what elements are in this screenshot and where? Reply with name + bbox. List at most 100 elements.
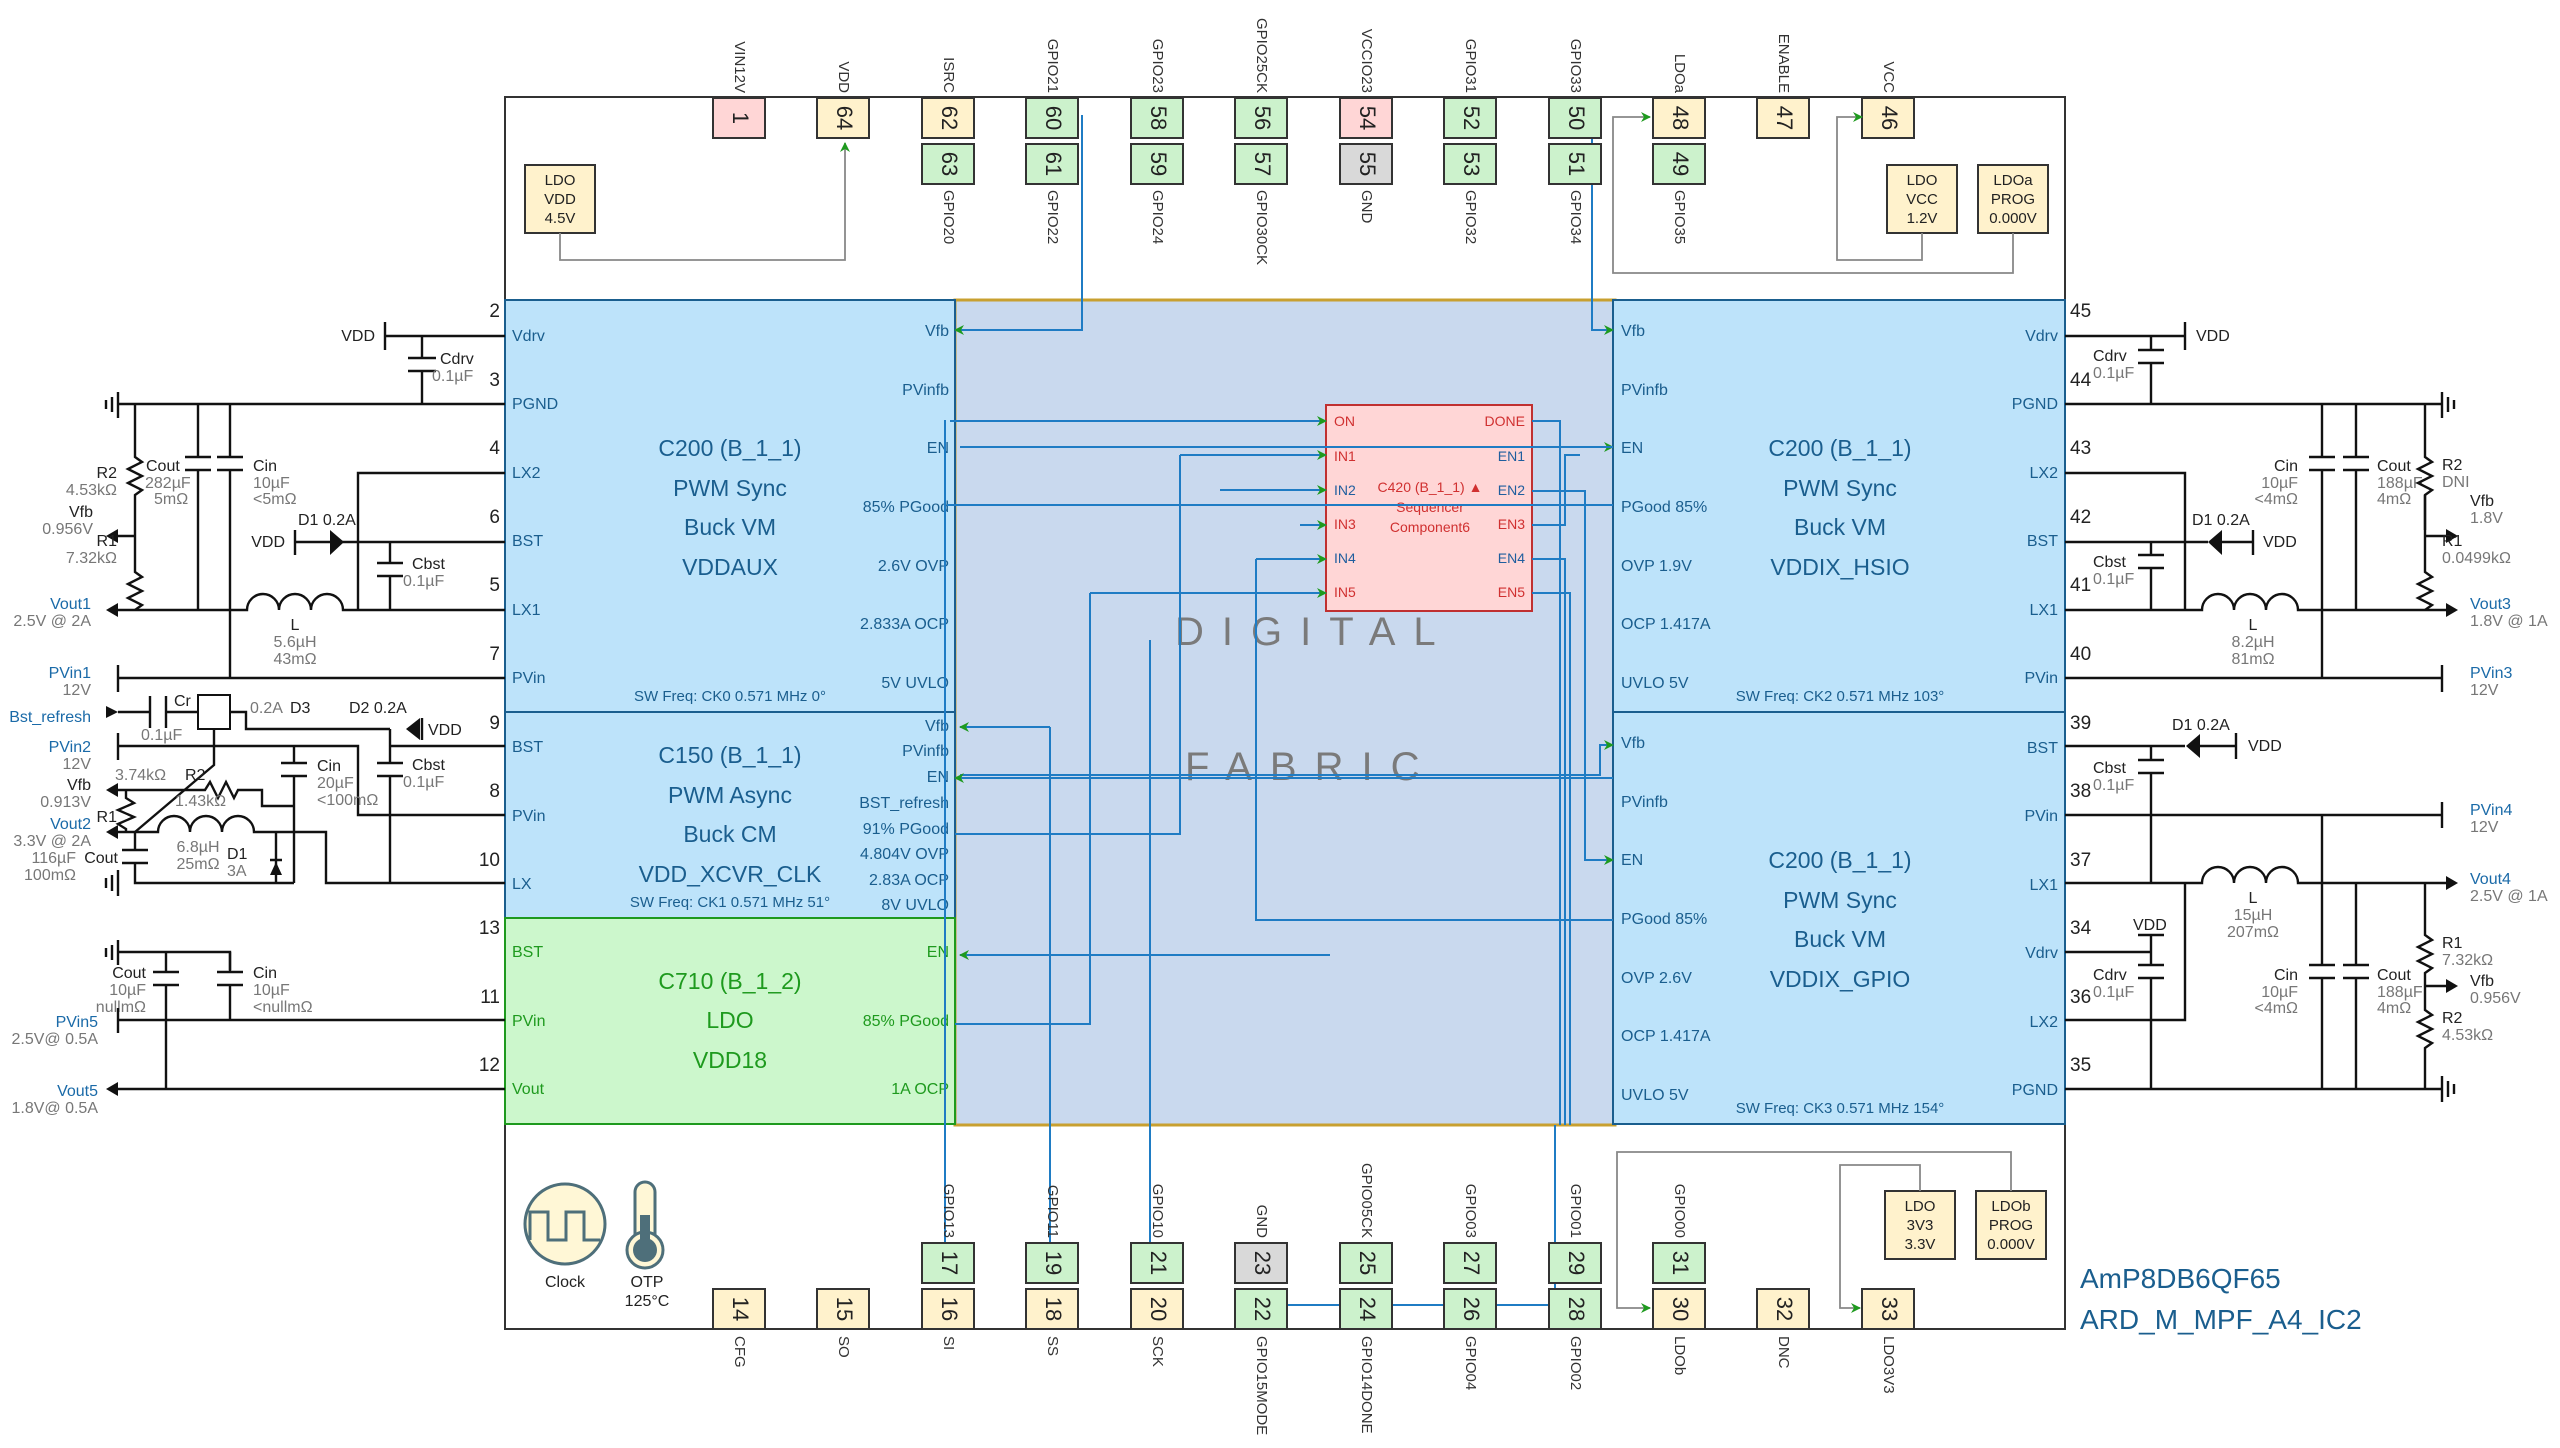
bottom-pin-21[interactable]: 21: [1130, 1242, 1184, 1284]
cin2-value: 10µF: [2261, 984, 2298, 1001]
vout5-value: 1.8V@ 0.5A: [11, 1100, 98, 1117]
pin-number: 28: [1564, 1297, 1589, 1321]
top-pin-57[interactable]: 57: [1234, 143, 1288, 185]
bottom-pin-14[interactable]: 14: [712, 1288, 766, 1330]
top-pin-60[interactable]: 60: [1025, 97, 1079, 139]
pin-number: 25: [1355, 1251, 1380, 1275]
pin-number: 13: [479, 918, 500, 939]
bottom-pin-22[interactable]: 22: [1234, 1288, 1288, 1330]
pin-number: 58: [1146, 106, 1171, 130]
bottom-pin-28[interactable]: 28: [1548, 1288, 1602, 1330]
bottom-pin-30[interactable]: 30: [1652, 1288, 1706, 1330]
pin-number: 46: [1877, 106, 1902, 130]
bottom-pin-24[interactable]: 24: [1339, 1288, 1393, 1330]
vfb-value: 1.8V: [2470, 510, 2503, 527]
pin-number: 53: [1459, 152, 1484, 176]
pin-label: GPIO14DONE: [1358, 1336, 1375, 1434]
d1b-label: D1 0.2A: [2172, 717, 2230, 734]
pvin3-value: 12V: [2470, 682, 2499, 699]
top-pin-59[interactable]: 59: [1130, 143, 1184, 185]
top-pin-55[interactable]: 55: [1339, 143, 1393, 185]
d2-diode: [406, 718, 420, 740]
right-pin-numbers: 45 44 43 42 41 40 39 38 37 34 36 35: [2070, 301, 2092, 1076]
pin-label: GPIO15MODE: [1253, 1336, 1270, 1435]
top-pin-51[interactable]: 51: [1548, 143, 1602, 185]
cdrv2-name: Cdrv: [2093, 967, 2127, 984]
vdd-label: VDD: [2196, 328, 2230, 345]
ldoa-prog-box[interactable]: LDOa PROG 0.000V: [1977, 164, 2049, 234]
top-pin-56[interactable]: 56: [1234, 97, 1288, 139]
l2-esr: 25mΩ: [176, 856, 219, 873]
bottom-pin-26[interactable]: 26: [1443, 1288, 1497, 1330]
top-pin-64[interactable]: 64: [816, 97, 870, 139]
cout2-cap: [2343, 883, 2369, 1089]
pin-label: BST: [512, 739, 543, 756]
bottom-pin-15[interactable]: 15: [816, 1288, 870, 1330]
top-pin-46[interactable]: 46: [1861, 97, 1915, 139]
l-value: 5.6µH: [273, 634, 316, 651]
cbst-value: 0.1µF: [403, 573, 444, 590]
pin-label: SS: [1044, 1336, 1061, 1356]
pin-number: 38: [2070, 781, 2091, 802]
cout5-name: Cout: [112, 965, 146, 982]
top-pin-50[interactable]: 50: [1548, 97, 1602, 139]
pin-label: GPIO34: [1567, 190, 1584, 244]
pin-number: 40: [2070, 644, 2091, 665]
bottom-pin-33[interactable]: 33: [1861, 1288, 1915, 1330]
bottom-pin-31[interactable]: 31: [1652, 1242, 1706, 1284]
seq-pin: IN5: [1334, 584, 1356, 600]
top-pin-49[interactable]: 49: [1652, 143, 1706, 185]
block-title: LDO: [706, 1007, 753, 1033]
d2-label: D2 0.2A: [349, 700, 407, 717]
top-pin-47[interactable]: 47: [1756, 97, 1810, 139]
r1b-value: 1.43kΩ: [175, 793, 226, 810]
bottom-pin-16[interactable]: 16: [921, 1288, 975, 1330]
top-pin-62[interactable]: 62: [921, 97, 975, 139]
pin-label: Vfb: [925, 323, 949, 340]
cdrv-name: Cdrv: [440, 351, 474, 368]
pin-number: 63: [937, 152, 962, 176]
vout1-value: 2.5V @ 2A: [13, 613, 91, 630]
pvin2-label: PVin2: [49, 739, 92, 756]
bottom-pin-20[interactable]: 20: [1130, 1288, 1184, 1330]
top-pin-1[interactable]: 1: [712, 97, 766, 139]
top-pin-54[interactable]: 54: [1339, 97, 1393, 139]
top-pin-63[interactable]: 63: [921, 143, 975, 185]
pin-number: 4: [489, 438, 500, 459]
bottom-pin-19[interactable]: 19: [1025, 1242, 1079, 1284]
bottom-pin-29[interactable]: 29: [1548, 1242, 1602, 1284]
l-value: 8.2µH: [2231, 634, 2274, 651]
pin-number: 3: [489, 370, 500, 391]
bottom-pin-32[interactable]: 32: [1756, 1288, 1810, 1330]
ldo-vcc-box[interactable]: LDO VCC 1.2V: [1886, 164, 1958, 234]
r2-name: R2: [2442, 457, 2463, 474]
pin-number: 10: [479, 850, 500, 871]
pin-label: SI: [940, 1336, 957, 1350]
ldo-vdd-box[interactable]: LDO VDD 4.5V: [524, 164, 596, 234]
bottom-pin-23[interactable]: 23: [1234, 1242, 1288, 1284]
pin-number: 26: [1459, 1297, 1484, 1321]
top-pin-52[interactable]: 52: [1443, 97, 1497, 139]
top-pin-53[interactable]: 53: [1443, 143, 1497, 185]
r2b-value: 4.53kΩ: [2442, 1027, 2493, 1044]
bottom-pin-18[interactable]: 18: [1025, 1288, 1079, 1330]
cbst-cap: [2138, 542, 2164, 610]
pin-label: PGND: [2012, 1082, 2058, 1099]
vfb2-arrow: [106, 783, 118, 797]
pin-label: BST: [512, 533, 543, 550]
top-pin-58[interactable]: 58: [1130, 97, 1184, 139]
vout2-label: Vout2: [50, 816, 91, 833]
r2-r1: [125, 404, 145, 611]
vdd-label: VDD: [341, 328, 375, 345]
cin-name: Cin: [2274, 458, 2298, 475]
cin-name: Cin: [253, 458, 277, 475]
pin-number: 29: [1564, 1251, 1589, 1275]
right-circuit-gpio: D1 0.2A VDD Cbst 0.1µF PVin4 12V Vout4 2…: [2065, 717, 2548, 1102]
top-pin-48[interactable]: 48: [1652, 97, 1706, 139]
pin-label: GND: [1358, 190, 1375, 224]
left-pin-numbers: 2 3 4 6 5 7 9 8 10 13 11 12: [479, 301, 501, 1076]
bottom-pin-17[interactable]: 17: [921, 1242, 975, 1284]
bottom-pin-25[interactable]: 25: [1339, 1242, 1393, 1284]
top-pin-61[interactable]: 61: [1025, 143, 1079, 185]
bottom-pin-27[interactable]: 27: [1443, 1242, 1497, 1284]
